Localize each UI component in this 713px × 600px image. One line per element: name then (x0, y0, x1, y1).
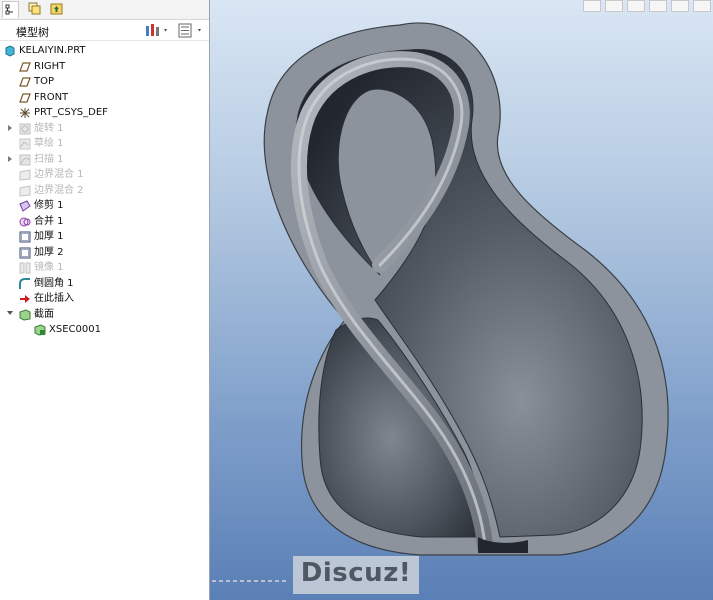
tree-item-label: PRT_CSYS_DEF (34, 107, 108, 118)
tree-root[interactable]: KELAIYIN.PRT (0, 43, 209, 59)
revolve-icon (19, 123, 31, 134)
tab-favorites[interactable] (49, 1, 66, 18)
tree-item-label: 镜像 1 (34, 262, 64, 273)
tree-item-thicken-2[interactable]: 加厚 2 (0, 245, 209, 261)
tree-item-top[interactable]: TOP (0, 74, 209, 90)
tab-layers[interactable] (27, 1, 44, 18)
tree-item-label: 合并 1 (34, 215, 64, 227)
graphics-viewport[interactable]: Discuz! (210, 0, 713, 600)
navigator-tabs (0, 0, 209, 20)
thicken-icon (19, 247, 31, 258)
layers-icon (28, 2, 41, 15)
tree-item-label: 旋转 1 (34, 122, 64, 134)
datum-plane-icon (19, 77, 31, 87)
tree-item-label: 扫描 1 (34, 153, 64, 165)
tree-item-label: 草绘 1 (34, 138, 64, 149)
part-icon (5, 45, 15, 57)
datum-plane-icon (19, 61, 31, 72)
watermark-badge: Discuz! (293, 556, 419, 594)
watermark-lines (212, 580, 288, 582)
tree-item-round[interactable]: 倒圆角 1 (0, 276, 209, 292)
tree-item-trim[interactable]: 修剪 1 (0, 198, 209, 214)
tree-item-boundary-blend-2[interactable]: 边界混合 2 (0, 183, 209, 199)
model-tree-panel: 模型树 KELAIYIN.PRT RIGHT TOP FRONT PRT_CSY… (0, 0, 210, 600)
model-tree-header: 模型树 (0, 20, 209, 41)
tree-item-boundary-blend-1[interactable]: 边界混合 1 (0, 167, 209, 183)
tree-item-xsec[interactable]: XSEC0001 (0, 322, 209, 338)
list-icon (178, 23, 201, 38)
round-icon (19, 277, 30, 289)
tree-item-label: 加厚 1 (34, 231, 64, 242)
tree-item-label: 截面 (34, 308, 54, 320)
trim-icon (19, 200, 31, 212)
tree-item-label: 在此插入 (34, 293, 74, 304)
mirror-icon (19, 262, 31, 274)
expand-arrow-icon[interactable] (8, 124, 12, 131)
tree-item-merge[interactable]: 合并 1 (0, 214, 209, 230)
merge-icon (19, 217, 31, 226)
tab-model-tree[interactable] (2, 1, 19, 18)
folder-up-icon (50, 3, 63, 15)
watermark-strip (210, 572, 290, 584)
tree-item-sections[interactable]: 截面 (0, 307, 209, 323)
tree-item-label: 加厚 2 (34, 246, 64, 258)
csys-icon (20, 108, 30, 118)
thicken-icon (19, 231, 31, 243)
model-tree-title: 模型树 (16, 26, 49, 39)
tree-item-insert-here[interactable]: 在此插入 (0, 291, 209, 307)
watermark-text: Discuz! (300, 558, 412, 588)
tree-item-right[interactable]: RIGHT (0, 59, 209, 75)
expand-arrow-icon[interactable] (8, 155, 12, 162)
tree-item-label: 边界混合 2 (34, 184, 84, 196)
root-label: KELAIYIN.PRT (19, 45, 86, 56)
sections-folder-icon (19, 308, 31, 321)
boundary-blend-icon (19, 184, 31, 197)
sketch-icon (19, 138, 31, 150)
klein-bottle-model[interactable] (210, 0, 713, 600)
tree-item-label: 倒圆角 1 (34, 277, 74, 289)
tree-item-sweep[interactable]: 扫描 1 (0, 152, 209, 168)
xsec-icon (34, 324, 46, 336)
tree-item-label: 修剪 1 (34, 200, 64, 211)
tree-item-label: 边界混合 1 (34, 169, 84, 180)
tree-item-thicken-1[interactable]: 加厚 1 (0, 229, 209, 245)
tree-item-revolve[interactable]: 旋转 1 (0, 121, 209, 137)
tree-item-label: FRONT (34, 91, 69, 103)
tree-item-sketch[interactable]: 草绘 1 (0, 136, 209, 152)
collapse-arrow-icon[interactable] (7, 310, 13, 315)
tree-icon (5, 4, 13, 15)
tools-icon (146, 24, 167, 36)
tree-item-label: RIGHT (34, 60, 66, 72)
tree-item-front[interactable]: FRONT (0, 90, 209, 106)
tree-settings-button[interactable] (145, 23, 170, 38)
tree-item-mirror[interactable]: 镜像 1 (0, 260, 209, 276)
datum-plane-icon (19, 92, 31, 103)
tree-item-label: TOP (34, 76, 55, 87)
insert-arrow-icon (20, 295, 30, 303)
sweep-icon (19, 154, 31, 165)
tree-show-button[interactable] (178, 23, 206, 38)
tree-item-label: XSEC0001 (49, 324, 101, 335)
tree-item-csys[interactable]: PRT_CSYS_DEF (0, 105, 209, 121)
boundary-blend-icon (19, 169, 31, 181)
